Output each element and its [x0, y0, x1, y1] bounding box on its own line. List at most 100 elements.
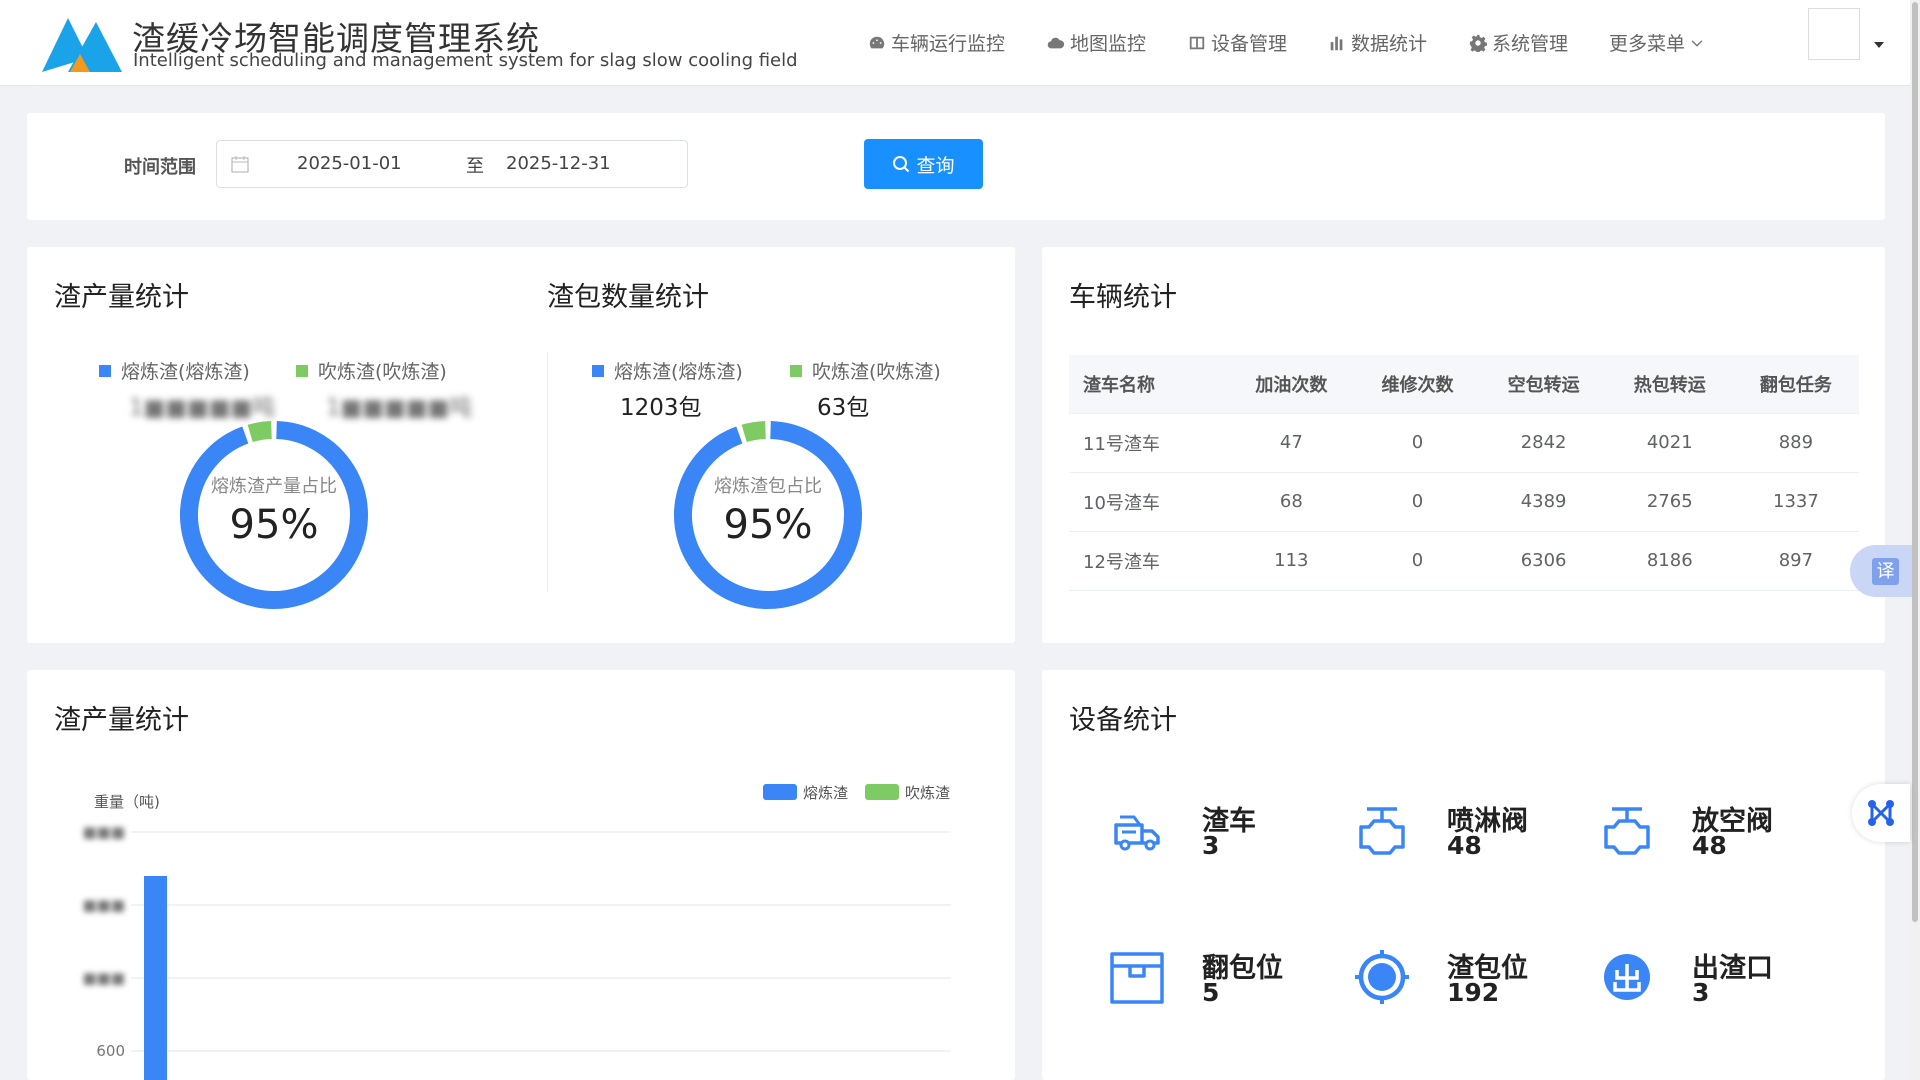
nav-label: 车辆运行监控 — [891, 33, 1006, 55]
column-header[interactable]: 渣车名称 — [1069, 355, 1229, 414]
bar-smelting-slag[interactable] — [144, 876, 167, 1080]
cloud-icon — [1047, 37, 1065, 48]
legend-swatch — [99, 364, 111, 377]
table-cell: 47 — [1228, 413, 1355, 473]
calendar-icon — [231, 156, 249, 173]
donut-center-percent: 95% — [229, 502, 319, 548]
vehicle-stats-title: 车辆统计 — [1069, 282, 1177, 313]
device-count: 3 — [1202, 831, 1220, 860]
smelting-pot-count: 1203包 — [620, 395, 702, 421]
app-subtitle: Intelligent scheduling and management sy… — [133, 50, 798, 71]
donut-center-label: 熔炼渣包占比 — [714, 476, 822, 497]
slag-stats-card: 渣产量统计 熔炼渣(熔炼渣) 1■■■■■吨 吹炼渣(吹炼渣) 1■■■■■吨 … — [27, 247, 1015, 643]
table-cell: 113 — [1228, 531, 1355, 591]
blowing-slag-weight: 1■■■■■吨 — [326, 395, 473, 421]
table-cell: 897 — [1732, 531, 1859, 591]
table-cell: 0 — [1354, 413, 1481, 473]
nav-device-manage[interactable]: 设备管理 — [1188, 29, 1287, 56]
query-button[interactable]: 查询 — [864, 139, 983, 189]
logo-icon — [42, 18, 122, 72]
slag-pot-title: 渣包数量统计 — [547, 282, 709, 313]
user-avatar[interactable] — [1808, 8, 1860, 60]
end-date-input[interactable]: 2025-12-31 — [506, 153, 611, 174]
slag-output-title: 渣产量统计 — [54, 282, 189, 313]
legend-label-blowing: 吹炼渣 — [905, 784, 950, 802]
table-cell: 12号渣车 — [1069, 531, 1229, 591]
column-header[interactable]: 空包转运 — [1480, 355, 1607, 414]
y-tick-label: ■■■ — [82, 969, 125, 987]
bar-chart[interactable]: 熔炼渣 吹炼渣 重量（吨) ■■■ ■■■ ■■■ 600 — [27, 670, 1015, 1080]
device-count: 192 — [1447, 978, 1500, 1007]
legend-swatch-smelting — [763, 784, 797, 800]
device-slag-truck[interactable]: 渣车 3 — [1108, 795, 1338, 875]
table-cell: 0 — [1354, 531, 1481, 591]
time-range-label: 时间范围 — [124, 157, 196, 178]
query-button-label: 查询 — [916, 154, 955, 177]
device-vent-valve[interactable]: 放空阀 48 — [1598, 795, 1828, 875]
nav-label: 设备管理 — [1211, 33, 1288, 55]
donut-slice-blowing[interactable] — [741, 421, 766, 443]
column-header[interactable]: 热包转运 — [1606, 355, 1733, 414]
table-cell: 10号渣车 — [1069, 472, 1229, 532]
nav-more-menu[interactable]: 更多菜单 — [1609, 29, 1704, 56]
nav-label: 数据统计 — [1351, 33, 1428, 55]
table-cell: 1337 — [1732, 472, 1859, 532]
device-count: 48 — [1692, 831, 1727, 860]
device-count: 5 — [1202, 978, 1220, 1007]
legend-swatch — [592, 364, 604, 377]
device-slag-pot-position[interactable]: 渣包位 192 — [1353, 942, 1583, 1022]
column-header[interactable]: 维修次数 — [1354, 355, 1481, 414]
chevron-down-icon — [1691, 39, 1703, 47]
assistant-float-button[interactable] — [1852, 784, 1910, 842]
start-date-input[interactable]: 2025-01-01 — [297, 153, 402, 174]
scrollbar-thumb[interactable] — [1912, 2, 1918, 922]
nav-data-stats[interactable]: 数据统计 — [1328, 29, 1427, 56]
nav-label: 地图监控 — [1070, 33, 1147, 55]
card-divider — [547, 352, 548, 592]
date-separator: 至 — [466, 156, 484, 177]
nav-vehicle-monitor[interactable]: 车辆运行监控 — [868, 29, 1005, 56]
table-cell: 2765 — [1606, 472, 1733, 532]
table-cell: 11号渣车 — [1069, 413, 1229, 473]
device-count: 48 — [1447, 831, 1482, 860]
device-stats-card: 设备统计 渣车 3 喷淋阀 48 放空阀 48 翻包位 5 渣包位 192 出渣… — [1042, 670, 1885, 1080]
valve-icon — [1604, 807, 1650, 855]
legend-label-smelting: 熔炼渣 — [803, 784, 848, 802]
bar-chart-icon — [1330, 36, 1343, 50]
device-count: 3 — [1692, 978, 1710, 1007]
column-header[interactable]: 翻包任务 — [1732, 355, 1859, 414]
top-header: 渣缓冷场智能调度管理系统 Intelligent scheduling and … — [0, 0, 1910, 86]
translate-float-button[interactable]: 译 — [1850, 545, 1912, 597]
legend-smelting-pot[interactable]: 熔炼渣(熔炼渣) — [592, 357, 743, 384]
table-row[interactable]: 11号渣车 47 0 2842 4021 889 — [1069, 413, 1859, 473]
valve-icon — [1359, 807, 1405, 855]
table-row[interactable]: 12号渣车 113 0 6306 8186 897 — [1069, 531, 1859, 591]
slag-output-chart-card: 渣产量统计 熔炼渣 吹炼渣 重量（吨) ■■■ ■■■ ■■■ 600 — [27, 670, 1015, 1080]
filter-panel: 时间范围 2025-01-01 至 2025-12-31 查询 — [27, 113, 1885, 220]
column-header[interactable]: 加油次数 — [1228, 355, 1355, 414]
nav-system-manage[interactable]: 系统管理 — [1469, 29, 1568, 56]
device-slag-outlet[interactable]: 出渣口 3 — [1598, 942, 1828, 1022]
avatar-dropdown-caret[interactable] — [1874, 42, 1884, 48]
device-spray-valve[interactable]: 喷淋阀 48 — [1353, 795, 1583, 875]
table-cell: 8186 — [1606, 531, 1733, 591]
table-cell: 0 — [1354, 472, 1481, 532]
vehicle-table: 渣车名称 加油次数 维修次数 空包转运 热包转运 翻包任务 11号渣车 47 0… — [1069, 355, 1859, 591]
legend-blowing-slag[interactable]: 吹炼渣(吹炼渣) — [296, 357, 447, 384]
box-icon — [1110, 952, 1164, 1004]
legend-swatch-blowing — [865, 784, 899, 800]
legend-smelting-slag[interactable]: 熔炼渣(熔炼渣) — [99, 357, 250, 384]
legend-blowing-pot[interactable]: 吹炼渣(吹炼渣) — [790, 357, 941, 384]
y-tick-label: ■■■ — [82, 823, 125, 841]
nav-map-monitor[interactable]: 地图监控 — [1047, 29, 1146, 56]
nav-label: 系统管理 — [1492, 33, 1569, 55]
device-stats-title: 设备统计 — [1069, 705, 1177, 736]
gear-icon — [1469, 34, 1487, 52]
vehicle-stats-card: 车辆统计 渣车名称 加油次数 维修次数 空包转运 热包转运 翻包任务 11号渣车… — [1042, 247, 1885, 643]
dashboard-icon — [869, 36, 885, 48]
date-range-picker[interactable]: 2025-01-01 至 2025-12-31 — [216, 140, 688, 188]
table-row[interactable]: 10号渣车 68 0 4389 2765 1337 — [1069, 472, 1859, 532]
device-tipping-position[interactable]: 翻包位 5 — [1108, 942, 1338, 1022]
donut-slice-blowing[interactable] — [247, 421, 272, 443]
donut-center-label: 熔炼渣产量占比 — [211, 476, 337, 497]
